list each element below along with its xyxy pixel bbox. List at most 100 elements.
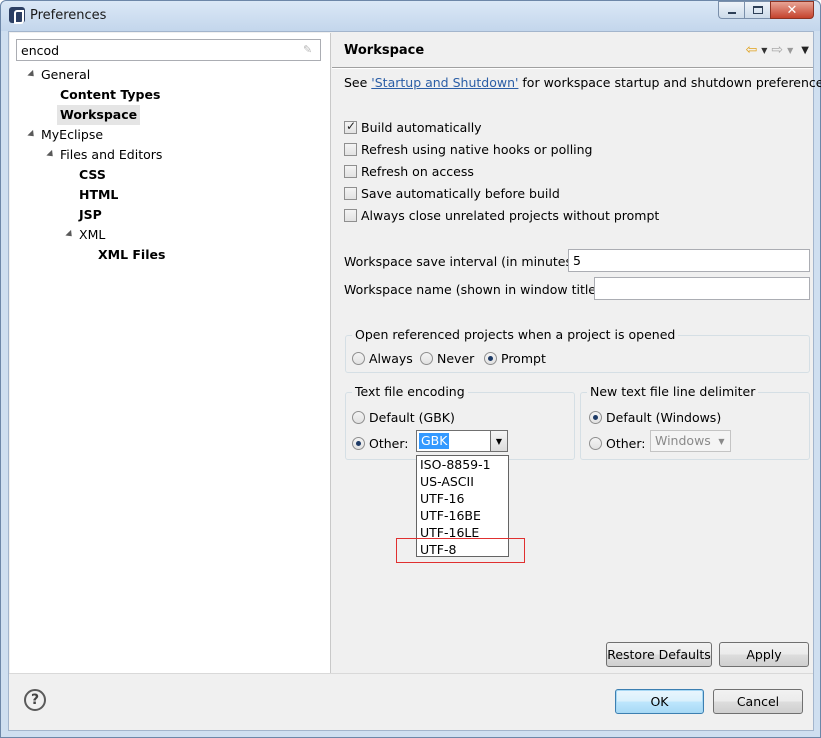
radio-label: Never [437,350,475,366]
radio-always[interactable]: Always [352,349,413,367]
tree-label: General [41,67,91,82]
radio-button[interactable] [352,410,365,424]
checkbox-box[interactable] [344,142,357,156]
page-title: Workspace [344,43,425,58]
expanded-arrow-icon[interactable] [27,69,37,80]
annotation-highlight-box [396,538,525,563]
encoding-option[interactable]: ISO-8859-1 [417,456,508,473]
radio-button-selected[interactable] [352,436,365,450]
minimize-icon [727,12,736,14]
save-before-build-checkbox[interactable]: Save automatically before build [344,184,560,202]
checkbox-box[interactable] [344,119,357,134]
ok-button[interactable]: OK [615,689,704,714]
tree-label: Content Types [60,87,161,102]
title-bar[interactable]: Preferences ✕ [1,1,820,31]
checkbox-box[interactable] [344,208,357,222]
open-referenced-projects-group: Open referenced projects when a project … [345,327,810,373]
dialog-client-area: ✎ General Content Types Workspace MyEcli… [8,31,821,731]
window-title: Preferences [30,8,107,23]
checkbox-label: Always close unrelated projects without … [361,207,660,223]
restore-defaults-button[interactable]: Restore Defaults [606,642,712,667]
radio-button[interactable] [589,436,602,450]
tree-label: XML Files [98,247,166,262]
radio-button-selected[interactable] [484,351,497,365]
workspace-page: Workspace ⇦ ▼ ⇨ ▼ ▼ See 'Startup and Shu… [332,33,821,673]
back-arrow-icon[interactable]: ⇦ [746,42,758,58]
help-icon[interactable]: ? [24,689,46,711]
checkbox-label: Build automatically [361,119,482,135]
description-suffix: for workspace startup and shutdown prefe… [518,75,821,90]
description-prefix: See [344,75,372,90]
page-navigation: ⇦ ▼ ⇨ ▼ ▼ [746,42,809,58]
description-text: See 'Startup and Shutdown' for workspace… [344,75,821,90]
delimiter-combo[interactable]: Windows ▼ [650,430,731,452]
startup-shutdown-link[interactable]: 'Startup and Shutdown' [371,75,518,90]
expanded-arrow-icon[interactable] [27,129,37,140]
checkbox-label: Refresh on access [361,163,474,179]
workspace-name-label: Workspace name (shown in window title): [344,281,606,297]
expanded-arrow-icon[interactable] [65,229,75,240]
tree-label: JSP [79,207,102,222]
back-dropdown-icon[interactable]: ▼ [761,46,767,55]
radio-delimiter-default[interactable]: Default (Windows) [589,408,721,426]
radio-button-selected[interactable] [589,410,602,424]
radio-never[interactable]: Never [420,349,474,367]
dropdown-arrow-icon[interactable]: ▼ [490,431,507,451]
radio-label: Prompt [501,350,546,366]
apply-button[interactable]: Apply [719,642,809,667]
filter-field[interactable]: ✎ [16,39,321,61]
filter-input[interactable] [17,40,287,60]
group-label: Text file encoding [352,384,468,399]
tree-label-selected: Workspace [57,105,141,125]
radio-prompt[interactable]: Prompt [484,349,546,367]
checkbox-box[interactable] [344,164,357,178]
cancel-button[interactable]: Cancel [713,689,803,714]
maximize-icon [752,6,763,14]
checkbox-label: Save automatically before build [361,185,560,201]
minimize-button[interactable] [718,1,744,19]
tree-label: CSS [79,167,106,182]
tree-label: HTML [79,187,119,202]
close-icon: ✕ [786,2,798,18]
radio-label: Default (Windows) [606,409,722,425]
radio-button[interactable] [420,351,433,365]
checkbox-label: Refresh using native hooks or polling [361,141,593,157]
forward-dropdown-icon[interactable]: ▼ [787,46,793,55]
close-unrelated-projects-checkbox[interactable]: Always close unrelated projects without … [344,206,659,224]
refresh-on-access-checkbox[interactable]: Refresh on access [344,162,474,180]
encoding-combo-value: GBK [419,433,450,449]
clear-filter-icon[interactable]: ✎ [303,44,315,56]
forward-arrow-icon[interactable]: ⇨ [771,42,783,58]
dropdown-arrow-icon[interactable]: ▼ [713,431,730,451]
workspace-name-input[interactable] [594,277,810,300]
radio-encoding-other[interactable]: Other: [352,434,408,452]
footer-divider [9,673,813,674]
save-interval-label: Workspace save interval (in minutes): [344,253,582,269]
view-menu-icon[interactable]: ▼ [801,45,809,56]
group-label: New text file line delimiter [587,384,759,399]
tree-label: XML [79,227,106,242]
eclipse-app-icon [9,7,25,24]
build-automatically-checkbox[interactable]: Build automatically [344,118,482,136]
preferences-window: Preferences ✕ ✎ General Content Types [0,0,821,738]
maximize-button[interactable] [744,1,770,19]
tree-label: Files and Editors [60,147,163,162]
tree-label: MyEclipse [41,127,104,142]
header-divider-highlight [332,68,813,69]
radio-encoding-default[interactable]: Default (GBK) [352,408,455,426]
preference-tree-pane: ✎ General Content Types Workspace MyEcli… [10,33,331,673]
encoding-option[interactable]: US-ASCII [417,473,508,490]
encoding-option[interactable]: UTF-16BE [417,507,508,524]
radio-label: Always [369,350,413,366]
save-interval-input[interactable]: 5 [568,249,810,272]
checkbox-box[interactable] [344,186,357,200]
expanded-arrow-icon[interactable] [46,149,56,160]
radio-delimiter-other[interactable]: Other: [589,434,645,452]
encoding-option[interactable]: UTF-16 [417,490,508,507]
refresh-native-hooks-checkbox[interactable]: Refresh using native hooks or polling [344,140,593,158]
radio-button[interactable] [352,351,365,365]
group-label: Open referenced projects when a project … [352,327,679,342]
close-button[interactable]: ✕ [770,1,814,19]
encoding-combo[interactable]: GBK ▼ [416,430,508,452]
window-controls: ✕ [718,1,814,19]
